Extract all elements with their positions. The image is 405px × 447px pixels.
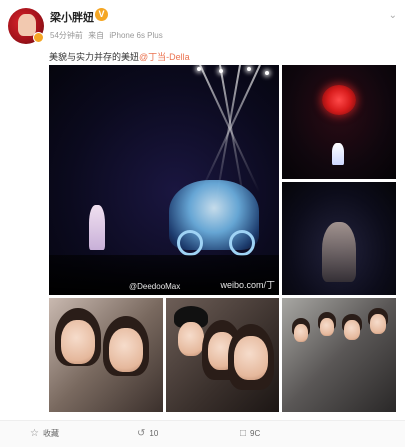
face (294, 324, 308, 342)
verified-badge-icon (33, 32, 44, 43)
comment-button[interactable]: □ 9C (240, 428, 260, 439)
singer-figure (322, 222, 356, 282)
photo-group[interactable] (282, 298, 396, 412)
stage-light (219, 69, 223, 73)
watermark-site: weibo.com/丁 (220, 280, 275, 290)
photo-singer-mic[interactable] (282, 182, 396, 295)
singer-dress (332, 143, 344, 165)
face (320, 318, 334, 336)
action-bar: ☆ 收藏 ↺ 10 □ 9C (0, 420, 405, 447)
username[interactable]: 梁小胖妞 (50, 9, 94, 25)
face (109, 328, 143, 372)
mention-link[interactable]: @丁当-Della (139, 52, 190, 62)
repost-button[interactable]: ↺ 10 (137, 428, 158, 439)
stage-light (247, 67, 251, 71)
chevron-down-icon[interactable]: ⌄ (389, 10, 397, 21)
repost-icon: ↺ (137, 428, 146, 439)
watermark-handle: @DeedooMax (129, 282, 181, 291)
face (234, 336, 268, 380)
post-text: 美貌与实力并存的美妞@丁当-Della (49, 50, 190, 63)
photo-selfie-three[interactable] (166, 298, 279, 412)
stage-light (265, 71, 269, 75)
face (178, 322, 204, 356)
avatar-face (18, 14, 36, 36)
singer-figure (89, 205, 105, 250)
carriage-wheel (177, 230, 203, 256)
device-source[interactable]: iPhone 6s Plus (109, 31, 162, 40)
photo-concert-carriage[interactable]: @DeedooMax weibo.com/丁 (49, 65, 279, 295)
collect-label: 收藏 (42, 429, 59, 438)
source-prefix: 来自 (88, 31, 105, 40)
face (370, 314, 386, 334)
face (344, 320, 360, 340)
stage-light (197, 67, 201, 71)
repost-count: 10 (149, 429, 159, 438)
carriage-wheel (229, 230, 255, 256)
post-meta: 54分钟前 来自 iPhone 6s Plus (50, 30, 166, 41)
photo-rose-stage[interactable] (282, 65, 396, 179)
post-time: 54分钟前 (50, 31, 83, 40)
post-text-body: 美貌与实力并存的美妞 (49, 52, 140, 62)
face (61, 320, 95, 364)
rose-screen (322, 85, 356, 115)
star-icon: ☆ (30, 428, 39, 439)
collect-button[interactable]: ☆ 收藏 (30, 428, 59, 439)
comment-icon: □ (240, 428, 247, 439)
vip-icon: V (95, 8, 108, 21)
photo-selfie-two[interactable] (49, 298, 163, 412)
comment-count: 9C (250, 429, 261, 438)
